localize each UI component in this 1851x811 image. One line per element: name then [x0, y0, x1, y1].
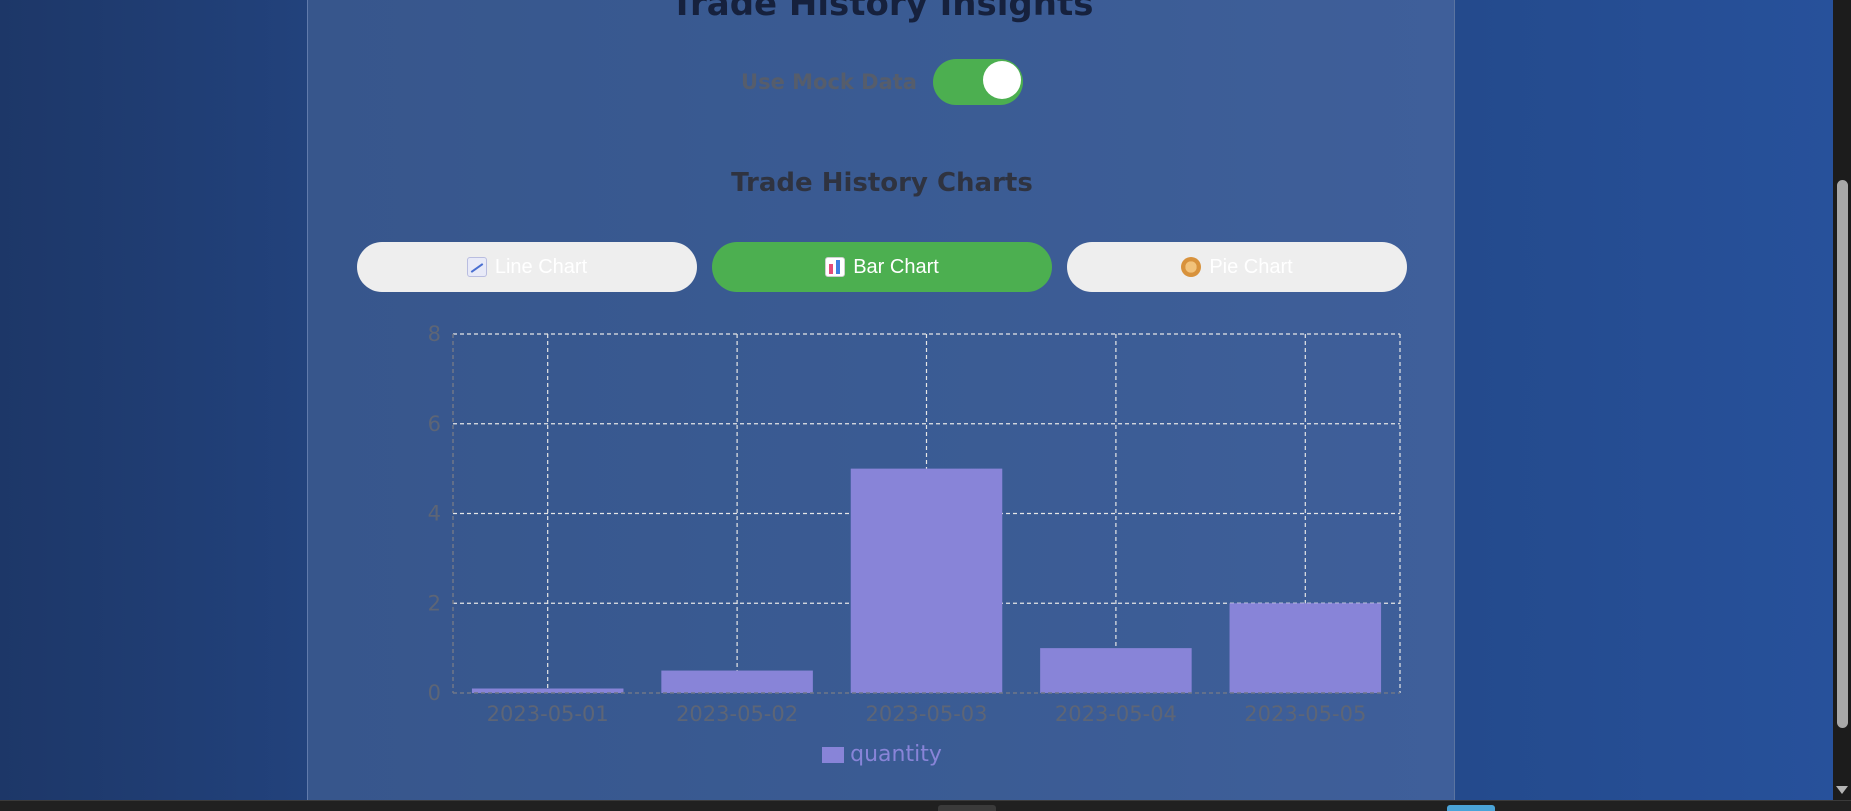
x-tick-label: 2023-05-02 [676, 702, 798, 726]
chart-legend: quantity [308, 742, 1456, 767]
taskbar-app[interactable] [938, 805, 996, 811]
scroll-down-arrow-icon[interactable] [1836, 786, 1848, 794]
y-tick-label: 8 [428, 322, 441, 346]
x-tick-label: 2023-05-01 [487, 702, 609, 726]
y-tick-label: 2 [428, 591, 441, 615]
y-tick-label: 6 [428, 412, 441, 436]
scrollbar-thumb[interactable] [1837, 180, 1848, 728]
legend-swatch [822, 746, 845, 763]
x-tick-label: 2023-05-05 [1244, 702, 1366, 726]
bar [850, 468, 1003, 693]
x-tick-label: 2023-05-04 [1055, 702, 1177, 726]
taskbar-app-active[interactable] [1447, 805, 1495, 811]
page-background-left [0, 0, 307, 800]
bar [1040, 648, 1192, 693]
bar-chart: 0 2 4 6 8 2023-05-01 2023-05-02 2023-05-03 2023-… [428, 322, 1401, 726]
x-tick-label: 2023-05-03 [865, 702, 987, 726]
legend-label: quantity [850, 742, 942, 767]
vertical-scrollbar[interactable] [1833, 0, 1851, 800]
bar [661, 670, 813, 693]
y-tick-label: 4 [428, 502, 441, 526]
y-tick-label: 0 [428, 681, 441, 705]
bar [1229, 603, 1382, 693]
taskbar [0, 800, 1851, 811]
insights-panel: Trade History Insights Use Mock Data Tra… [307, 0, 1455, 800]
page-background-right [1455, 0, 1833, 800]
